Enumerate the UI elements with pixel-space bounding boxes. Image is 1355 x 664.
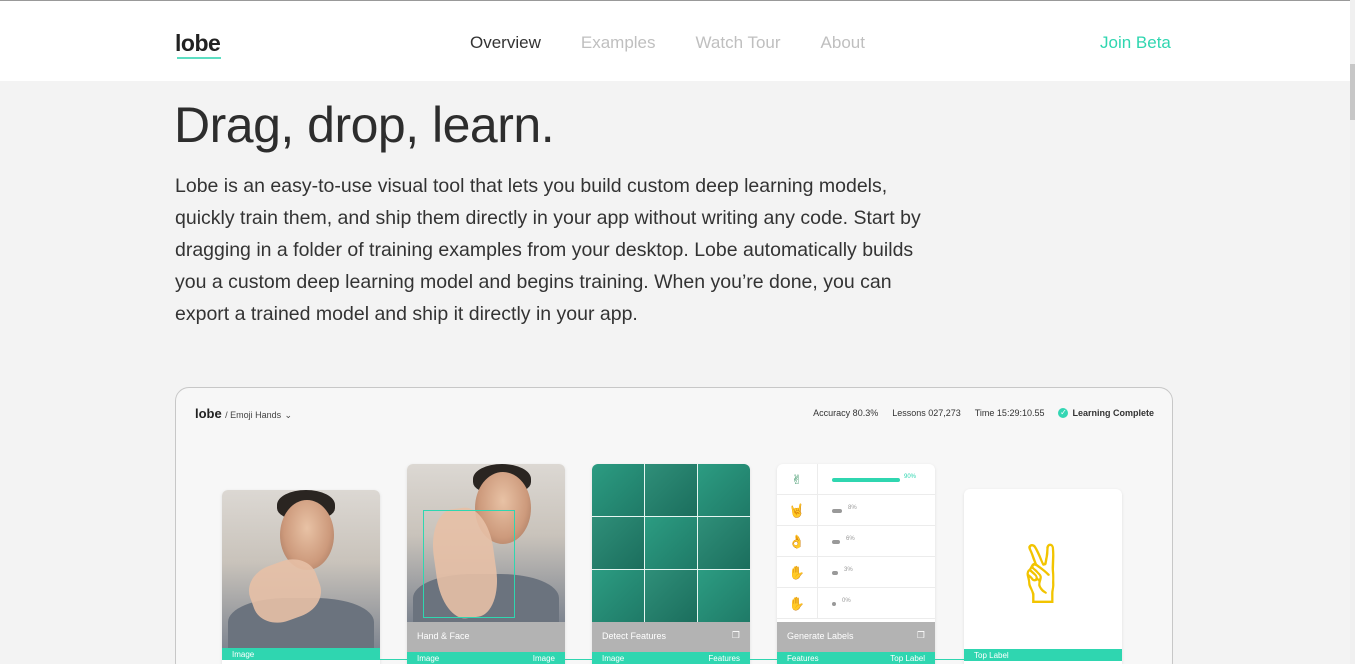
confidence-bar [832,571,838,575]
card-detect-features-footer: Image Features [592,652,750,664]
nav-examples[interactable]: Examples [581,33,656,53]
preview-project-name: / Emoji Hands [225,410,282,420]
learning-status: ✓ Learning Complete [1058,408,1154,418]
input-photo [222,490,380,658]
card-generate-labels-footer: Features Top Label [777,652,935,664]
copy-icon[interactable]: ❐ [917,630,925,641]
preview-logo: lobe [195,406,222,421]
page-scrollbar[interactable] [1350,0,1355,664]
raised-hand-icon: ✋ [777,557,818,588]
learning-status-label: Learning Complete [1072,408,1154,418]
victory-hand-icon: ✌ [777,464,818,495]
card-generate-labels[interactable]: ✌ 90% 🤘 8% 👌 6% ✋ 3% ✋ 0% Generate Label… [777,464,935,664]
lessons-stat: Lessons 027,273 [892,408,961,418]
site-header: lobe Overview Examples Watch Tour About … [0,1,1350,81]
nav-about[interactable]: About [821,33,865,53]
copy-icon[interactable]: ❐ [732,630,740,641]
label-row: 🤘 8% [777,495,935,526]
detection-box [423,510,515,618]
ok-hand-icon: 👌 [777,526,818,557]
card-input-image[interactable]: Image [222,490,380,664]
card-detect-features-label: Detect Features ❐ [592,622,750,652]
pipeline-connector [565,659,592,660]
training-stats: Accuracy 80.3% Lessons 027,273 Time 15:2… [813,408,1154,418]
open-hand-icon: ✋ [777,588,818,619]
pipeline-connector [750,659,777,660]
hero-title: Drag, drop, learn. [174,97,555,153]
hand-face-photo [407,464,565,634]
time-stat: Time 15:29:10.55 [974,408,1045,418]
confidence-bar [832,509,842,513]
main-nav: Overview Examples Watch Tour About [470,33,865,53]
accuracy-stat: Accuracy 80.3% [813,408,879,418]
chevron-down-icon: ⌄ [284,410,292,420]
scrollbar-thumb[interactable] [1350,64,1355,120]
confidence-bar [832,540,840,544]
card-hand-face[interactable]: Hand & Face Image Image [407,464,565,664]
card-input-footer: Image [222,648,380,660]
confidence-bar [832,478,900,482]
label-row: ✌ 90% [777,464,935,495]
card-top-label-footer: Top Label [964,649,1122,661]
confidence-bar [832,602,836,606]
nav-overview[interactable]: Overview [470,33,541,53]
rock-hand-icon: 🤘 [777,495,818,526]
card-detect-features[interactable]: Detect Features ❐ Image Features [592,464,750,664]
check-circle-icon: ✓ [1058,408,1069,418]
feature-maps-grid [592,464,750,622]
card-generate-labels-label: Generate Labels ❐ [777,622,935,652]
app-preview: lobe / Emoji Hands ⌄ Accuracy 80.3% Less… [175,387,1173,664]
label-row: ✋ 3% [777,557,935,588]
lobe-logo[interactable]: lobe [175,30,222,59]
card-top-label[interactable]: ✌ Top Label [964,489,1122,664]
hero-description: Lobe is an easy-to-use visual tool that … [175,175,921,325]
card-hand-face-label: Hand & Face [407,622,565,652]
pipeline-connector [380,659,407,660]
victory-hand-emoji: ✌ [1009,531,1077,620]
pipeline-connector [935,659,964,660]
join-beta-link[interactable]: Join Beta [1100,33,1171,53]
label-row: ✋ 0% [777,588,935,619]
label-row: 👌 6% [777,526,935,557]
card-hand-face-footer: Image Image [407,652,565,664]
nav-watch-tour[interactable]: Watch Tour [696,33,781,53]
preview-app-title: lobe / Emoji Hands ⌄ [195,406,292,421]
